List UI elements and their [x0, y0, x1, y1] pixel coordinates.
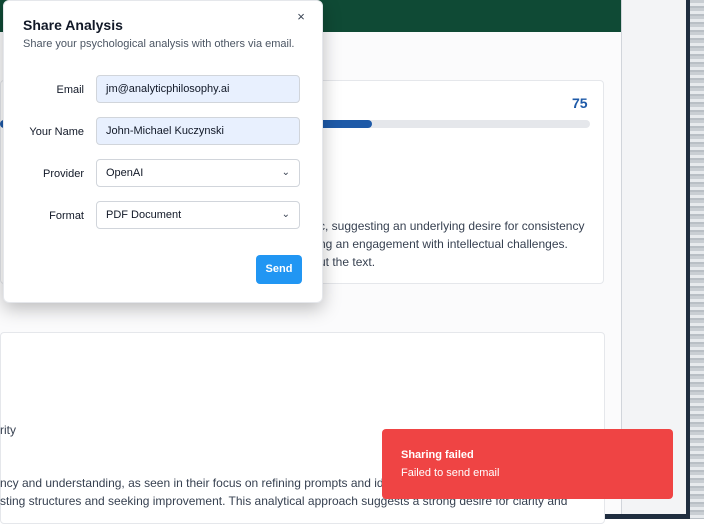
dialog-title: Share Analysis	[23, 17, 123, 33]
name-field[interactable]: John-Michael Kuczynski	[96, 117, 300, 145]
close-icon[interactable]: ×	[293, 9, 309, 25]
email-label: Email	[56, 84, 84, 96]
provider-value: OpenAI	[106, 167, 144, 179]
error-toast[interactable]: Sharing failed Failed to send email	[382, 429, 673, 499]
toast-title: Sharing failed	[401, 449, 474, 461]
chevron-down-icon: ⌄	[281, 167, 290, 178]
email-field[interactable]: jm@analyticphilosophy.ai	[96, 75, 300, 103]
send-button[interactable]: Send	[256, 255, 302, 284]
toast-message: Failed to send email	[401, 467, 500, 479]
format-select[interactable]: PDF Document ⌄	[96, 201, 300, 229]
dialog-subtitle: Share your psychological analysis with o…	[23, 38, 295, 50]
format-label: Format	[49, 210, 84, 222]
provider-label: Provider	[43, 168, 84, 180]
chevron-down-icon: ⌄	[281, 209, 290, 220]
name-label: Your Name	[29, 126, 84, 138]
provider-select[interactable]: OpenAI ⌄	[96, 159, 300, 187]
share-analysis-dialog: Share Analysis Share your psychological …	[3, 0, 323, 303]
format-value: PDF Document	[106, 209, 182, 221]
